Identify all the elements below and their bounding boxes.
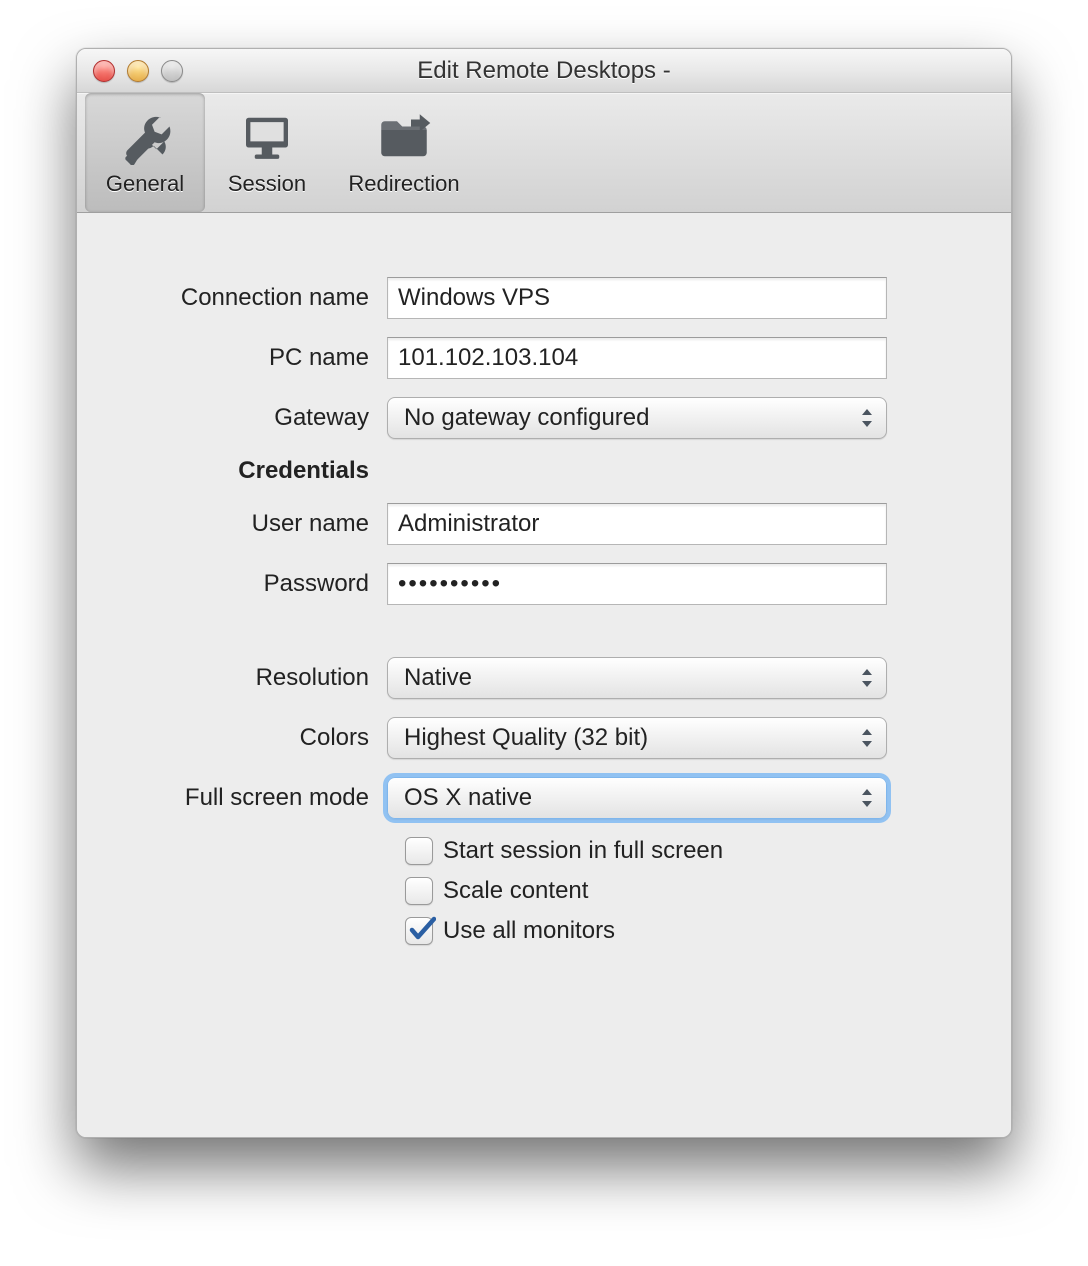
tab-label: Session: [228, 171, 306, 197]
wrench-icon: [117, 109, 173, 165]
checkmark-icon: [408, 916, 436, 944]
password-label: Password: [127, 570, 387, 598]
window-title: Edit Remote Desktops -: [77, 57, 1011, 85]
username-label: User name: [127, 510, 387, 538]
zoom-button[interactable]: [161, 60, 183, 82]
folder-redirect-icon: [376, 109, 432, 165]
pc-name-input[interactable]: [387, 337, 887, 379]
connection-name-label: Connection name: [127, 284, 387, 312]
use-all-monitors-label: Use all monitors: [443, 917, 615, 945]
fullscreen-mode-value: OS X native: [404, 784, 532, 812]
username-input[interactable]: [387, 503, 887, 545]
gateway-label: Gateway: [127, 404, 387, 432]
colors-dropdown[interactable]: Highest Quality (32 bit): [387, 717, 887, 759]
traffic-lights: [93, 60, 183, 82]
resolution-dropdown[interactable]: Native: [387, 657, 887, 699]
colors-value: Highest Quality (32 bit): [404, 724, 648, 752]
tab-redirection[interactable]: Redirection: [329, 93, 479, 212]
credentials-heading: Credentials: [127, 457, 387, 485]
tab-label: General: [106, 171, 184, 197]
start-fullscreen-label: Start session in full screen: [443, 837, 723, 865]
fullscreen-mode-dropdown[interactable]: OS X native: [387, 777, 887, 819]
titlebar: Edit Remote Desktops -: [77, 49, 1011, 93]
minimize-button[interactable]: [127, 60, 149, 82]
use-all-monitors-checkbox[interactable]: [405, 917, 433, 945]
pc-name-label: PC name: [127, 344, 387, 372]
tab-label: Redirection: [348, 171, 459, 197]
toolbar: General Session: [77, 93, 1011, 213]
gateway-dropdown[interactable]: No gateway configured: [387, 397, 887, 439]
start-fullscreen-checkbox[interactable]: [405, 837, 433, 865]
tab-general[interactable]: General: [85, 93, 205, 212]
fullscreen-mode-label: Full screen mode: [127, 784, 387, 812]
close-button[interactable]: [93, 60, 115, 82]
colors-label: Colors: [127, 724, 387, 752]
tab-session[interactable]: Session: [207, 93, 327, 212]
chevron-updown-icon: [858, 664, 876, 692]
password-input[interactable]: [387, 563, 887, 605]
chevron-updown-icon: [858, 724, 876, 752]
gateway-value: No gateway configured: [404, 404, 649, 432]
resolution-value: Native: [404, 664, 472, 692]
monitor-icon: [239, 109, 295, 165]
chevron-updown-icon: [858, 404, 876, 432]
connection-name-input[interactable]: [387, 277, 887, 319]
resolution-label: Resolution: [127, 664, 387, 692]
scale-content-label: Scale content: [443, 877, 588, 905]
chevron-updown-icon: [858, 784, 876, 812]
scale-content-checkbox[interactable]: [405, 877, 433, 905]
form-area: Connection name PC name Gateway No gatew…: [77, 213, 1011, 1137]
preferences-window: Edit Remote Desktops - General: [76, 48, 1012, 1138]
